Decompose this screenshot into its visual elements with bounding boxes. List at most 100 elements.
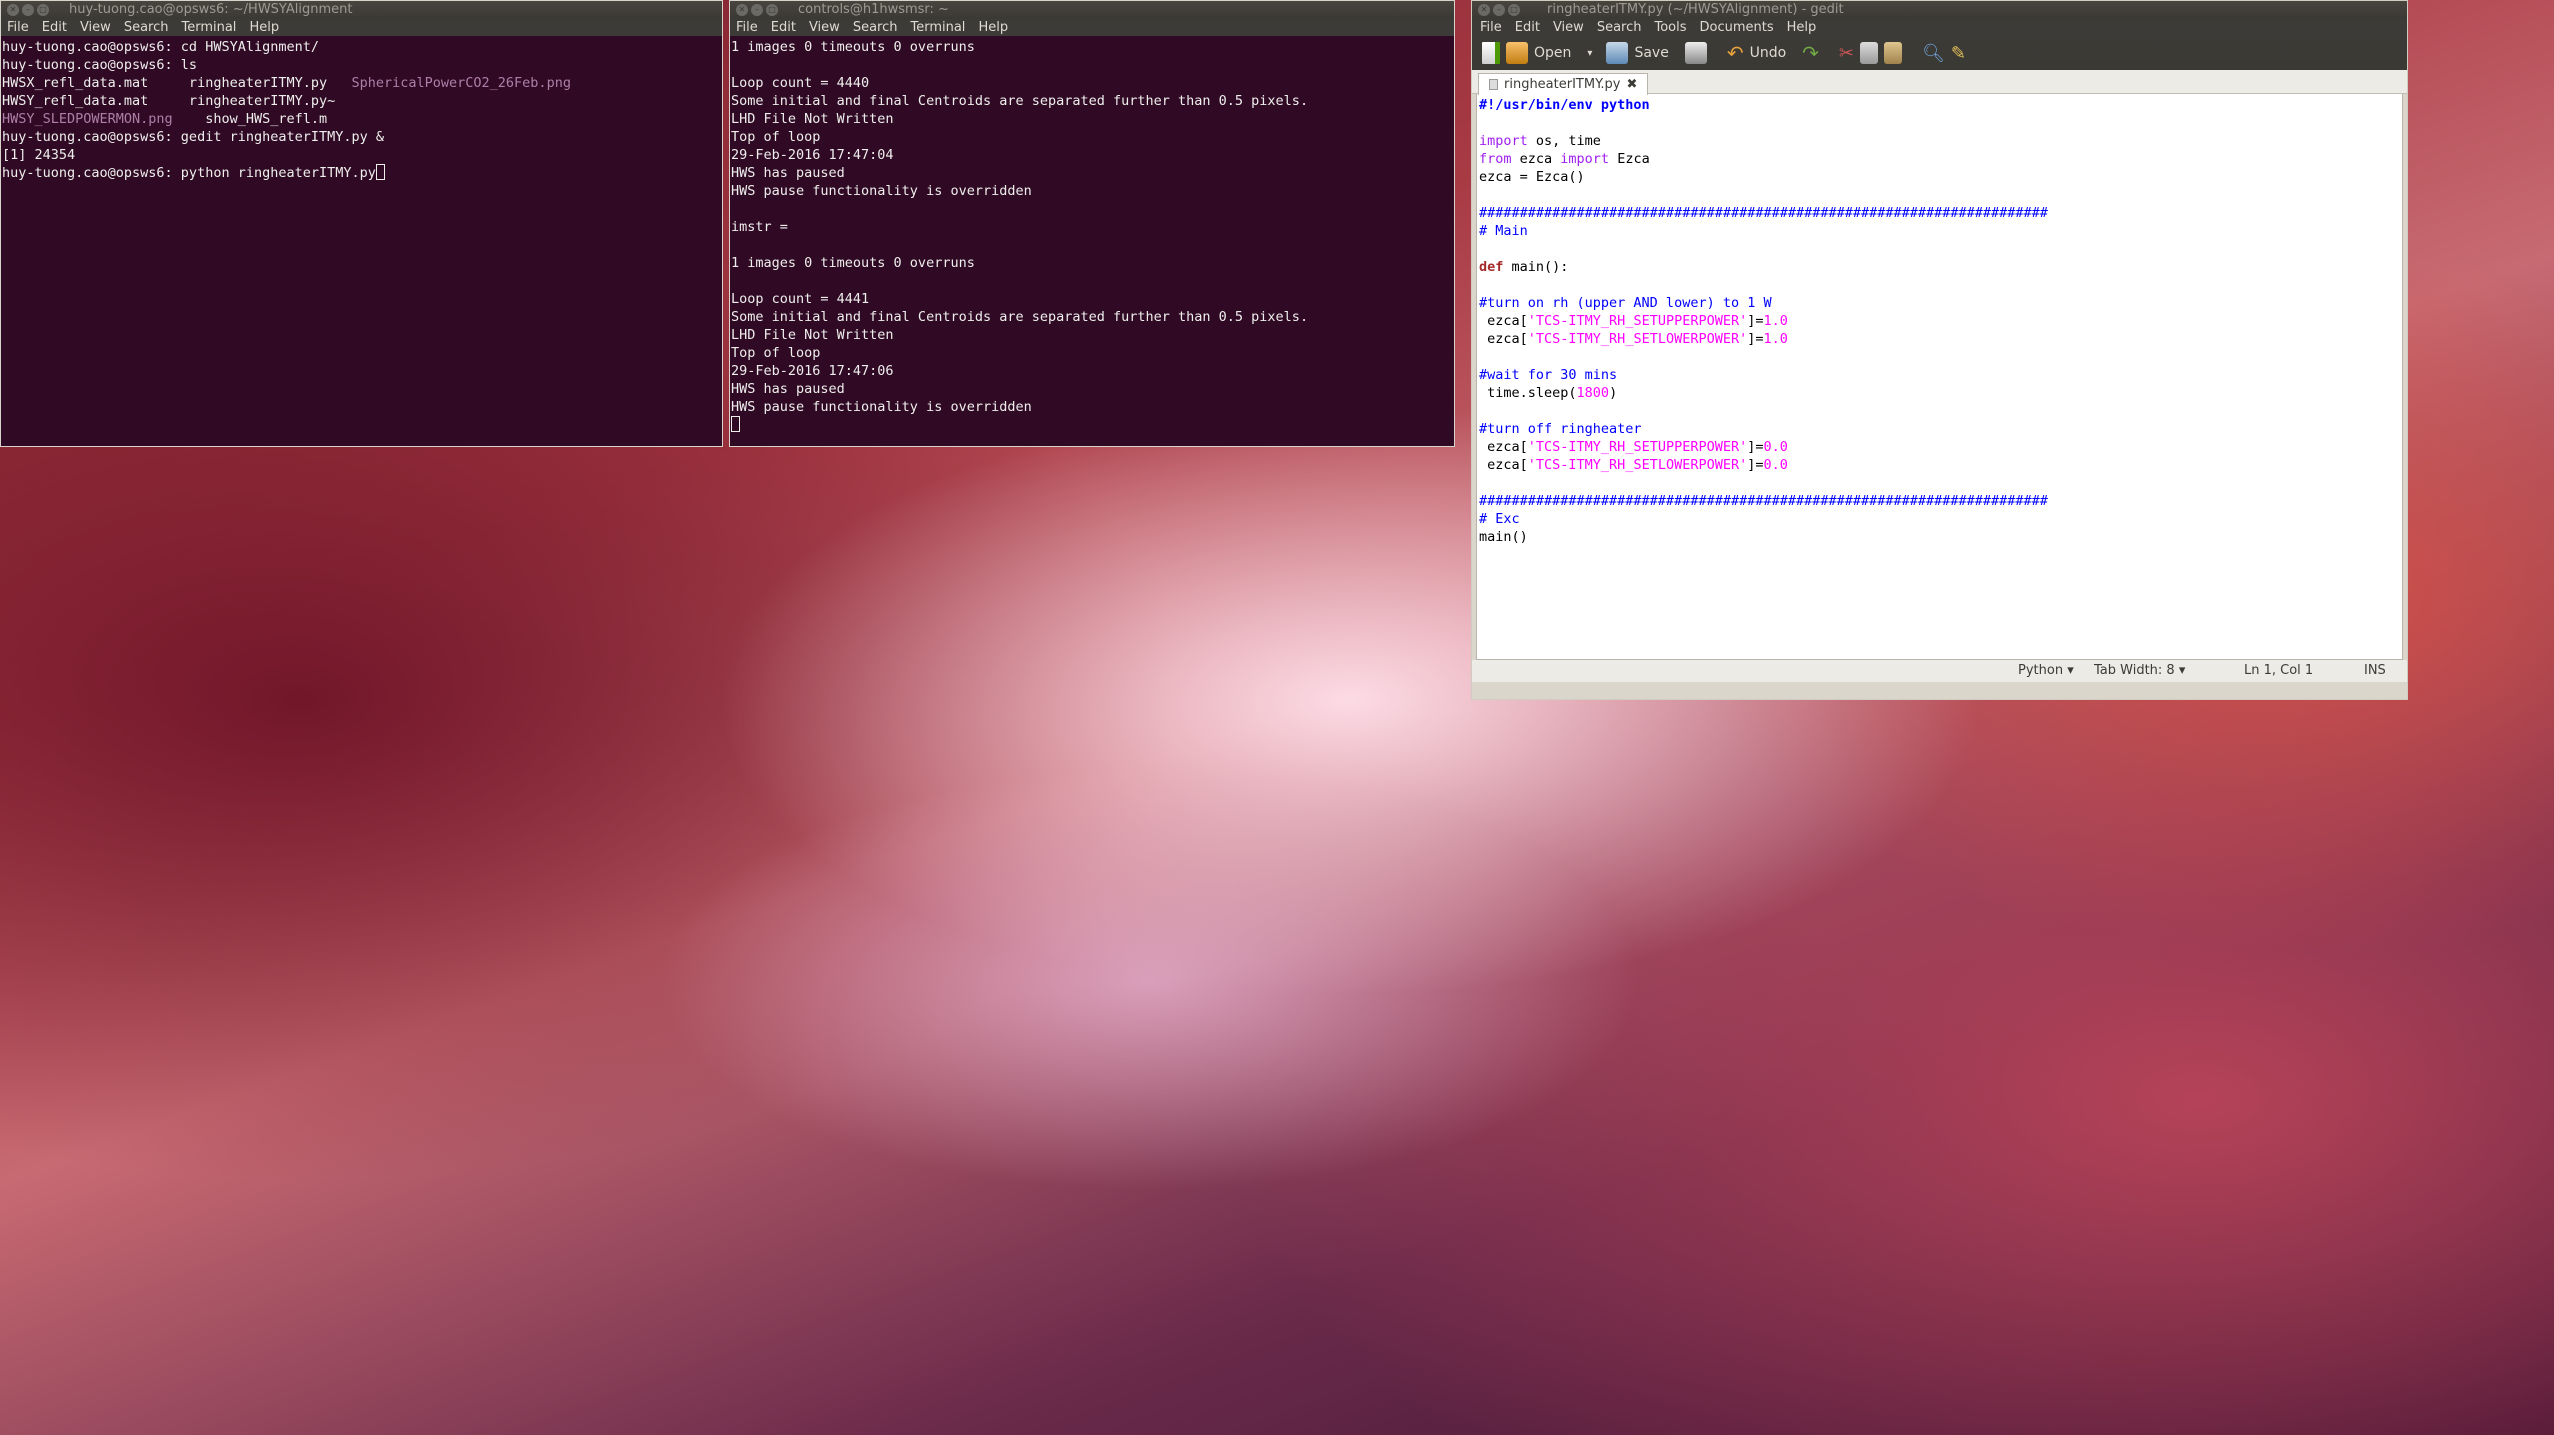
code-line: ezca['TCS-ITMY_RH_SETUPPERPOWER']=1.0 <box>1479 313 1788 329</box>
gedit-window[interactable]: ✕ – □ ringheaterITMY.py (~/HWSYAlignment… <box>1471 0 2408 700</box>
terminal-line: imstr = <box>731 219 788 235</box>
terminal-line: huy-tuong.cao@opsws6: gedit ringheaterIT… <box>2 129 385 145</box>
window-title: controls@h1hwsmsr: ~ <box>798 2 949 17</box>
code-line: ezca['TCS-ITMY_RH_SETLOWERPOWER']=1.0 <box>1479 331 1788 347</box>
menu-documents[interactable]: Documents <box>1700 19 1774 36</box>
terminal-line: Loop count = 4441 <box>731 291 870 307</box>
open-button[interactable]: Open <box>1506 42 1571 64</box>
window-titlebar[interactable]: ✕ – □ huy-tuong.cao@opsws6: ~/HWSYAlignm… <box>1 1 722 19</box>
menu-file[interactable]: File <box>736 19 758 36</box>
search-replace-icon[interactable]: ✎ <box>1951 43 1966 64</box>
terminal-line: Loop count = 4440 <box>731 75 870 91</box>
terminal-line: HWSY_refl_data.mat ringheaterITMY.py~ <box>2 93 336 109</box>
copy-icon[interactable] <box>1860 42 1879 64</box>
tab-bar: ringheaterITMY.py ✖ <box>1472 70 2407 95</box>
terminal-window-1[interactable]: ✕ – □ huy-tuong.cao@opsws6: ~/HWSYAlignm… <box>0 0 723 447</box>
terminal-line: huy-tuong.cao@opsws6: ls <box>2 57 198 73</box>
code-line: main() <box>1479 529 1528 545</box>
terminal-output[interactable]: huy-tuong.cao@opsws6: cd HWSYAlignment/h… <box>1 36 722 446</box>
terminal-output[interactable]: 1 images 0 timeouts 0 overruns Loop coun… <box>730 36 1454 446</box>
print-icon[interactable] <box>1684 42 1707 64</box>
terminal-line: LHD File Not Written <box>731 327 894 343</box>
search-icon[interactable]: 🔍︎ <box>1922 43 1945 64</box>
insert-mode: INS <box>2364 663 2386 678</box>
minimize-icon[interactable]: – <box>22 4 34 16</box>
code-line: #!/usr/bin/env python <box>1479 97 1650 113</box>
menu-help[interactable]: Help <box>249 19 279 36</box>
close-icon[interactable]: ✕ <box>1478 4 1490 16</box>
image-file-entry: SphericalPowerCO2_26Feb.png <box>351 75 571 91</box>
terminal-window-2[interactable]: ✕ – □ controls@h1hwsmsr: ~ File Edit Vie… <box>729 0 1455 447</box>
menu-terminal[interactable]: Terminal <box>181 19 236 36</box>
maximize-icon[interactable]: □ <box>37 4 49 16</box>
window-title: huy-tuong.cao@opsws6: ~/HWSYAlignment <box>69 2 353 17</box>
menu-tools[interactable]: Tools <box>1654 19 1686 36</box>
paste-icon[interactable] <box>1884 42 1903 64</box>
terminal-line: HWS pause functionality is overridden <box>731 399 1032 415</box>
close-icon[interactable]: ✕ <box>736 4 748 16</box>
code-line: time.sleep(1800) <box>1479 385 1618 401</box>
code-line: from ezca import Ezca <box>1479 151 1650 167</box>
menu-file[interactable]: File <box>1480 19 1502 36</box>
menu-edit[interactable]: Edit <box>42 19 67 36</box>
menu-help[interactable]: Help <box>1787 19 1817 36</box>
desktop: { "term1": { "title": "huy-tuong.cao@ops… <box>0 0 2554 1435</box>
maximize-icon[interactable]: □ <box>766 4 778 16</box>
file-icon <box>1489 79 1498 90</box>
code-editor[interactable]: #!/usr/bin/env python import os, time fro… <box>1476 94 2403 660</box>
terminal-line: HWS has paused <box>731 381 845 397</box>
terminal-line: 29-Feb-2016 17:47:06 <box>731 363 894 379</box>
menu-edit[interactable]: Edit <box>771 19 796 36</box>
menu-view[interactable]: View <box>80 19 111 36</box>
code-line: def main(): <box>1479 259 1569 275</box>
terminal-line: HWS has paused <box>731 165 845 181</box>
terminal-prompt-line: huy-tuong.cao@opsws6: python ringheaterI… <box>2 165 376 181</box>
save-icon <box>1606 42 1629 64</box>
menu-view[interactable]: View <box>1553 19 1584 36</box>
menu-terminal[interactable]: Terminal <box>910 19 965 36</box>
save-label: Save <box>1634 45 1669 61</box>
status-bar: Python ▾ Tab Width: 8 ▾ Ln 1, Col 1 INS <box>1472 660 2407 682</box>
code-line: ########################################… <box>1479 493 2048 509</box>
cursor-position: Ln 1, Col 1 <box>2244 663 2314 678</box>
minimize-icon[interactable]: – <box>751 4 763 16</box>
tab-ringheaterITMY[interactable]: ringheaterITMY.py ✖ <box>1478 73 1649 95</box>
menubar: File Edit View Search Terminal Help <box>1 19 722 36</box>
minimize-icon[interactable]: – <box>1493 4 1505 16</box>
text-cursor <box>731 416 740 432</box>
menu-file[interactable]: File <box>7 19 29 36</box>
menu-search[interactable]: Search <box>1597 19 1642 36</box>
code-line: ezca = Ezca() <box>1479 169 1585 185</box>
cut-icon[interactable]: ✂ <box>1839 43 1854 64</box>
tab-label: ringheaterITMY.py <box>1504 76 1621 92</box>
language-selector[interactable]: Python ▾ <box>2018 660 2074 682</box>
menu-help[interactable]: Help <box>978 19 1008 36</box>
code-line: ########################################… <box>1479 205 2048 221</box>
menu-search[interactable]: Search <box>124 19 169 36</box>
window-titlebar[interactable]: ✕ – □ ringheaterITMY.py (~/HWSYAlignment… <box>1472 1 2407 19</box>
menu-edit[interactable]: Edit <box>1515 19 1540 36</box>
new-document-icon[interactable] <box>1482 42 1500 64</box>
terminal-line: [1] 24354 <box>2 147 76 163</box>
tab-width-selector[interactable]: Tab Width: 8 ▾ <box>2094 660 2185 682</box>
menu-view[interactable]: View <box>809 19 840 36</box>
code-line: # Main <box>1479 223 1528 239</box>
code-line: ezca['TCS-ITMY_RH_SETLOWERPOWER']=0.0 <box>1479 457 1788 473</box>
terminal-line: Some initial and final Centroids are sep… <box>731 93 1309 109</box>
close-icon[interactable]: ✕ <box>7 4 19 16</box>
open-recent-dropdown-icon[interactable]: ▾ <box>1587 48 1592 59</box>
window-titlebar[interactable]: ✕ – □ controls@h1hwsmsr: ~ <box>730 1 1454 19</box>
redo-arrow-icon[interactable]: ↷ <box>1802 41 1819 65</box>
undo-button[interactable]: ↶ Undo <box>1727 41 1786 65</box>
maximize-icon[interactable]: □ <box>1508 4 1520 16</box>
menu-search[interactable]: Search <box>853 19 898 36</box>
save-button[interactable]: Save <box>1606 42 1669 64</box>
terminal-line: Top of loop <box>731 129 821 145</box>
code-line: import os, time <box>1479 133 1601 149</box>
toolbar: Open ▾ Save ↶ Undo ↷ ✂ 🔍︎ ✎ <box>1472 36 2407 70</box>
tab-close-icon[interactable]: ✖ <box>1626 75 1637 95</box>
terminal-line: 29-Feb-2016 17:47:04 <box>731 147 894 163</box>
